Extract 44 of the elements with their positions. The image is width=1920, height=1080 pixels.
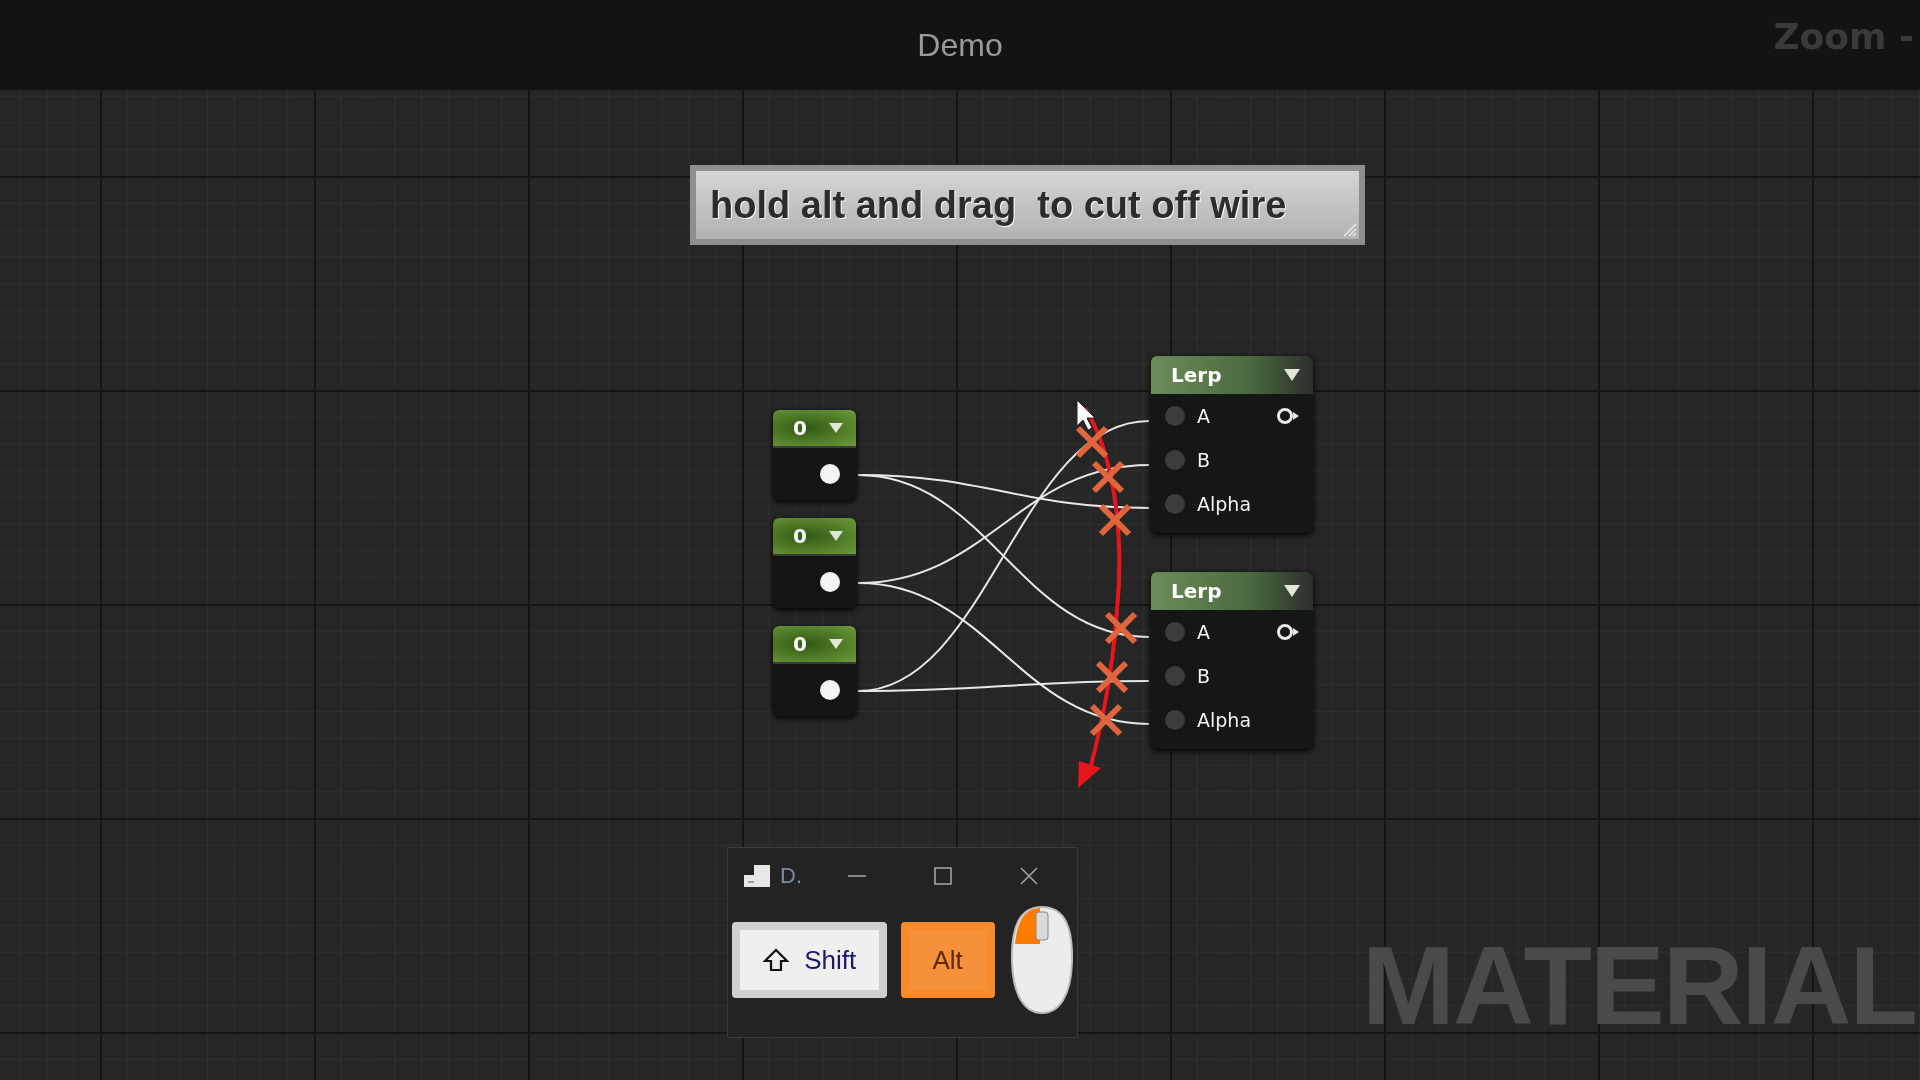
shift-arrow-icon — [762, 947, 791, 973]
pin-label: Alpha — [1197, 709, 1252, 731]
input-pin[interactable] — [1165, 406, 1185, 426]
pin-label: B — [1197, 449, 1211, 471]
output-pin-icon[interactable] — [1275, 407, 1301, 425]
pin-label: Alpha — [1197, 493, 1252, 515]
dropdown-triangle-icon[interactable] — [828, 530, 844, 542]
constant-node[interactable]: 0 — [773, 626, 856, 716]
comment-text: hold alt and drag to cut off wire — [710, 183, 1287, 227]
node-title: Lerp — [1171, 363, 1222, 387]
app-icon — [742, 863, 772, 889]
window-title: D. — [780, 863, 802, 889]
dropdown-triangle-icon[interactable] — [1283, 368, 1301, 382]
maximize-icon[interactable] — [932, 865, 954, 887]
input-pin[interactable] — [1165, 710, 1185, 730]
lerp-node[interactable]: Lerp A B Alpha — [1151, 356, 1313, 533]
input-pin[interactable] — [1165, 450, 1185, 470]
input-pin[interactable] — [1165, 666, 1185, 686]
close-icon[interactable] — [1018, 865, 1040, 887]
key-indicator: Alt — [900, 922, 995, 998]
lerp-node[interactable]: Lerp A B Alpha — [1151, 572, 1313, 749]
key-indicator: Shift — [732, 922, 887, 998]
dropdown-triangle-icon[interactable] — [828, 638, 844, 650]
resize-grip-icon[interactable] — [1341, 221, 1357, 237]
output-pin[interactable] — [820, 464, 840, 484]
input-pin[interactable] — [1165, 494, 1185, 514]
constant-node[interactable]: 0 — [773, 410, 856, 500]
mouse-icon — [1008, 904, 1073, 1016]
graph-title: Demo — [917, 26, 1003, 64]
constant-node[interactable]: 0 — [773, 518, 856, 608]
node-value: 0 — [793, 416, 807, 440]
node-value: 0 — [793, 632, 807, 656]
pin-label: B — [1197, 665, 1211, 687]
input-pin[interactable] — [1165, 622, 1185, 642]
dropdown-triangle-icon[interactable] — [828, 422, 844, 434]
dropdown-triangle-icon[interactable] — [1283, 584, 1301, 598]
pin-label: A — [1197, 405, 1210, 427]
node-title: Lerp — [1171, 579, 1222, 603]
pin-label: A — [1197, 621, 1210, 643]
node-value: 0 — [793, 524, 807, 548]
output-pin[interactable] — [820, 572, 840, 592]
output-pin[interactable] — [820, 680, 840, 700]
comment-box[interactable]: hold alt and drag to cut off wire — [690, 165, 1365, 245]
output-pin-icon[interactable] — [1275, 623, 1301, 641]
